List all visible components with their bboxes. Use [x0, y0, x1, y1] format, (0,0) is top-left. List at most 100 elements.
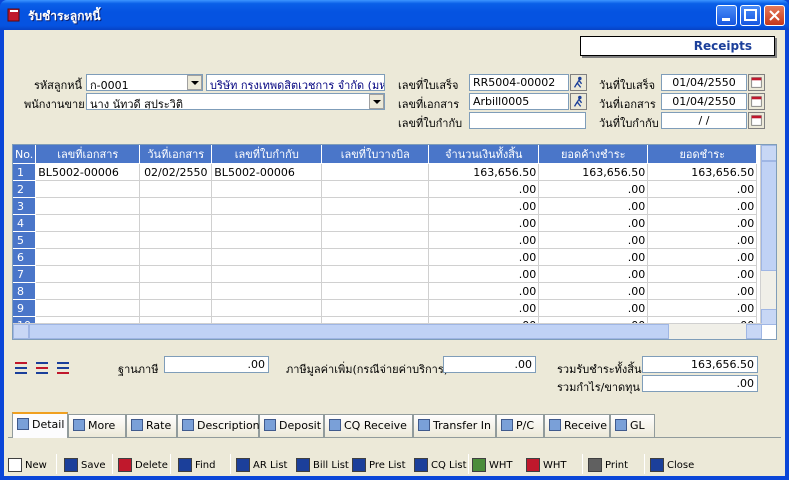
find-button[interactable]: Find — [178, 456, 216, 474]
table-row[interactable]: 1 BL5002-00006 02/02/2550 BL5002-00006 163,6… — [13, 163, 758, 181]
close-button[interactable]: Close — [650, 456, 694, 474]
column-header[interactable]: จำนวนเงินทั้งสิ้น — [428, 145, 540, 164]
table-cell[interactable]: .00 — [538, 197, 649, 215]
tab-detail[interactable]: Detail — [12, 412, 68, 438]
table-cell[interactable]: BL5002-00006 — [35, 163, 141, 181]
table-cell[interactable]: .00 — [538, 180, 649, 198]
save-button[interactable]: Save — [64, 456, 106, 474]
table-cell[interactable]: .00 — [647, 282, 758, 300]
search-runner-icon[interactable] — [570, 74, 587, 91]
tab-p-c[interactable]: P/C — [496, 414, 544, 437]
table-cell[interactable]: .00 — [538, 248, 649, 266]
column-header[interactable]: ยอดชำระ — [647, 145, 758, 164]
salesman-field[interactable]: นาง นัทวดี สุประวิติ — [86, 93, 385, 110]
table-cell[interactable]: .00 — [428, 214, 540, 232]
table-cell[interactable] — [35, 248, 141, 266]
table-row[interactable]: 5.00.00.00 — [13, 231, 758, 249]
table-cell[interactable] — [321, 231, 430, 249]
calendar-icon[interactable] — [748, 112, 765, 129]
calendar-icon[interactable] — [748, 74, 765, 91]
table-cell[interactable]: .00 — [647, 299, 758, 317]
scroll-right-icon[interactable] — [746, 324, 762, 339]
table-cell[interactable] — [139, 231, 213, 249]
doc-no-field[interactable]: Arbill0005 — [469, 93, 569, 110]
column-header[interactable]: เลขที่ใบกำกับ — [211, 145, 323, 164]
pre-list-button[interactable]: Pre List — [352, 456, 406, 474]
receipt-items-grid[interactable]: No. เลขที่เอกสาร วันที่เอกสาร เลขที่ใบกำกับ… — [12, 144, 777, 340]
table-cell[interactable] — [321, 282, 430, 300]
table-cell[interactable] — [321, 248, 430, 266]
table-cell[interactable]: 163,656.50 — [647, 163, 758, 181]
insert-row-icon[interactable] — [13, 359, 31, 377]
table-cell[interactable] — [139, 299, 213, 317]
table-cell[interactable] — [321, 214, 430, 232]
table-cell[interactable] — [321, 197, 430, 215]
table-cell[interactable] — [139, 248, 213, 266]
receipt-date-field[interactable]: 01/04/2550 — [661, 74, 747, 91]
table-cell[interactable] — [321, 180, 430, 198]
column-header[interactable]: No. — [13, 145, 37, 164]
table-cell[interactable]: .00 — [538, 299, 649, 317]
tax-inv-date-field[interactable]: / / — [661, 112, 747, 129]
table-cell[interactable]: .00 — [428, 248, 540, 266]
table-cell[interactable]: .00 — [428, 299, 540, 317]
minimize-button[interactable] — [716, 5, 737, 26]
table-cell[interactable]: 02/02/2550 — [139, 163, 213, 181]
table-cell[interactable] — [35, 282, 141, 300]
wht-button[interactable]: WHT — [526, 456, 567, 474]
table-cell[interactable]: 163,656.50 — [428, 163, 540, 181]
table-row[interactable]: 7.00.00.00 — [13, 265, 758, 283]
new-button[interactable]: New — [8, 456, 47, 474]
table-cell[interactable] — [35, 197, 141, 215]
table-cell[interactable]: .00 — [647, 214, 758, 232]
table-cell[interactable] — [211, 299, 323, 317]
table-cell[interactable] — [35, 299, 141, 317]
scroll-thumb[interactable] — [761, 161, 776, 271]
table-cell[interactable] — [321, 265, 430, 283]
table-cell[interactable] — [139, 214, 213, 232]
table-cell[interactable]: .00 — [538, 265, 649, 283]
table-row[interactable]: 9.00.00.00 — [13, 299, 758, 317]
table-cell[interactable]: .00 — [647, 180, 758, 198]
table-row[interactable]: 2.00.00.00 — [13, 180, 758, 198]
table-cell[interactable] — [211, 282, 323, 300]
tab-deposit[interactable]: Deposit — [259, 414, 324, 437]
table-cell[interactable]: .00 — [428, 282, 540, 300]
table-cell[interactable] — [35, 214, 141, 232]
table-cell[interactable] — [321, 299, 430, 317]
table-cell[interactable] — [139, 282, 213, 300]
table-cell[interactable] — [321, 163, 430, 181]
table-cell[interactable] — [211, 248, 323, 266]
table-cell[interactable]: .00 — [538, 282, 649, 300]
table-row[interactable]: 4.00.00.00 — [13, 214, 758, 232]
table-cell[interactable] — [211, 214, 323, 232]
column-header[interactable]: ยอดค้างชำระ — [538, 145, 649, 164]
customer-code-field[interactable]: ก-0001 — [86, 74, 203, 91]
ar-list-button[interactable]: AR List — [236, 456, 287, 474]
bill-list-button[interactable]: Bill List — [296, 456, 349, 474]
doc-date-field[interactable]: 01/04/2550 — [661, 93, 747, 110]
table-cell[interactable]: BL5002-00006 — [211, 163, 323, 181]
column-header[interactable]: วันที่เอกสาร — [139, 145, 213, 164]
table-cell[interactable] — [211, 180, 323, 198]
delete-button[interactable]: Delete — [118, 456, 168, 474]
print-button[interactable]: Print — [588, 456, 628, 474]
table-cell[interactable]: .00 — [538, 231, 649, 249]
scroll-left-icon[interactable] — [13, 324, 29, 339]
table-cell[interactable]: .00 — [428, 197, 540, 215]
tab-cq-receive[interactable]: CQ Receive — [324, 414, 413, 437]
delete-row-icon[interactable] — [55, 359, 73, 377]
cq-list-button[interactable]: CQ List — [414, 456, 467, 474]
table-cell[interactable] — [35, 231, 141, 249]
table-cell[interactable]: .00 — [538, 214, 649, 232]
table-cell[interactable] — [211, 197, 323, 215]
tab-more[interactable]: More — [68, 414, 126, 437]
table-cell[interactable] — [139, 265, 213, 283]
table-cell[interactable]: .00 — [647, 197, 758, 215]
table-cell[interactable] — [211, 265, 323, 283]
column-header[interactable]: เลขที่ใบวางบิล — [321, 145, 430, 164]
table-cell[interactable]: .00 — [428, 180, 540, 198]
table-row[interactable]: 3.00.00.00 — [13, 197, 758, 215]
table-cell[interactable]: .00 — [647, 265, 758, 283]
maximize-button[interactable] — [740, 5, 761, 26]
